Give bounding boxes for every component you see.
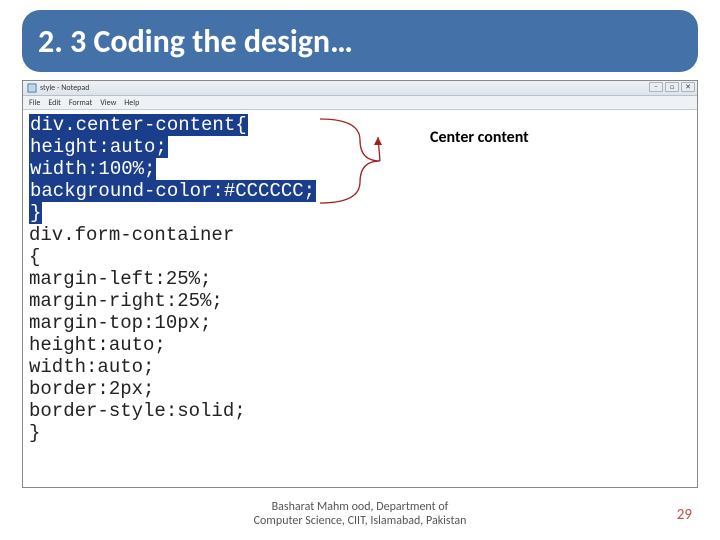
window-controls: – □ ✕	[649, 82, 695, 92]
notepad-titlebar: style - Notepad – □ ✕	[23, 81, 697, 96]
code-line: div.form-container	[29, 224, 691, 246]
minimize-button[interactable]: –	[649, 82, 663, 92]
code-highlighted: }	[29, 202, 42, 224]
code-line: width:100%;	[29, 158, 691, 180]
notepad-window-title: style - Notepad	[40, 83, 89, 93]
slide-title: 2. 3 Coding the design…	[38, 22, 353, 61]
code-line: }	[29, 422, 691, 444]
menu-file[interactable]: File	[29, 98, 40, 108]
notepad-menubar: File Edit Format View Help	[23, 96, 697, 110]
code-line: margin-top:10px;	[29, 312, 691, 334]
code-line: border:2px;	[29, 378, 691, 400]
menu-format[interactable]: Format	[69, 98, 92, 108]
code-highlighted: background-color:#CCCCCC;	[29, 180, 316, 202]
code-highlighted: width:100%;	[29, 158, 156, 180]
code-highlighted: div.center-content{	[29, 114, 248, 136]
code-line: {	[29, 246, 691, 268]
footer-line-1: Basharat Mahm ood, Department of	[0, 500, 720, 514]
maximize-button[interactable]: □	[665, 82, 679, 92]
slide-title-box: 2. 3 Coding the design…	[22, 10, 698, 72]
code-line: height:auto;	[29, 136, 691, 158]
code-line: border-style:solid;	[29, 400, 691, 422]
code-line: }	[29, 202, 691, 224]
menu-view[interactable]: View	[100, 98, 116, 108]
code-line: height:auto;	[29, 334, 691, 356]
notepad-body[interactable]: div.center-content{ height:auto; width:1…	[23, 110, 697, 487]
code-line: margin-left:25%;	[29, 268, 691, 290]
notepad-icon	[27, 83, 37, 93]
footer-line-2: Computer Science, CIIT, Islamabad, Pakis…	[0, 514, 720, 528]
code-line: margin-right:25%;	[29, 290, 691, 312]
menu-edit[interactable]: Edit	[48, 98, 61, 108]
slide-number: 29	[677, 506, 692, 524]
menu-help[interactable]: Help	[124, 98, 139, 108]
footer-author: Basharat Mahm ood, Department of Compute…	[0, 500, 720, 528]
code-line: width:auto;	[29, 356, 691, 378]
close-button[interactable]: ✕	[681, 82, 695, 92]
callout-label: Center content	[430, 128, 529, 147]
code-line: div.center-content{	[29, 114, 691, 136]
code-highlighted: height:auto;	[29, 136, 168, 158]
code-line: background-color:#CCCCCC;	[29, 180, 691, 202]
notepad-window: style - Notepad – □ ✕ File Edit Format V…	[22, 80, 698, 488]
